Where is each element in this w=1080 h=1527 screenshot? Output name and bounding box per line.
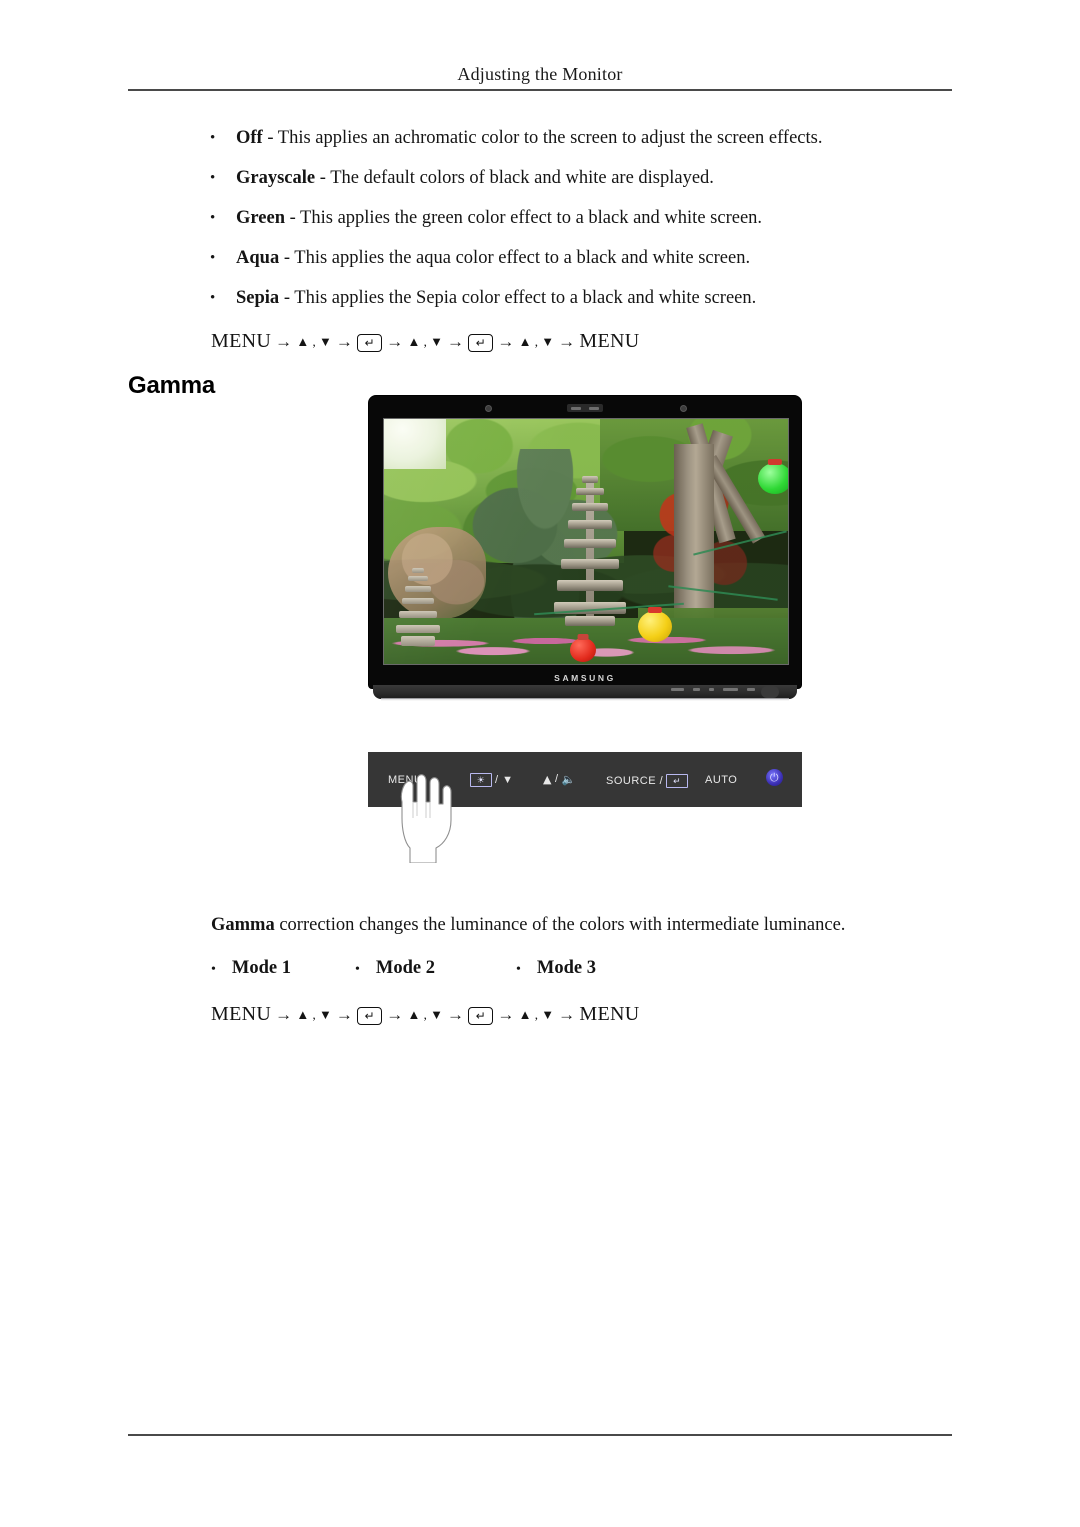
monitor-screen (383, 418, 789, 665)
enter-key-icon: ↵ (468, 333, 494, 352)
updown-arrows-icon: ▲ , ▼ (518, 1006, 555, 1022)
control-brightness-down-button[interactable]: ☀ / ▼ (470, 773, 514, 787)
control-volume-slash: / (554, 773, 559, 785)
list-item-desc: - The default colors of black and white … (315, 168, 714, 188)
document-page: Adjusting the Monitor • Off - This appli… (0, 0, 1080, 1527)
bullet-icon: • (211, 962, 216, 977)
control-brightness-label: / ▼ (495, 774, 514, 786)
list-item: • Mode 3 (516, 958, 596, 979)
speaker-icon: 🔈 (561, 772, 576, 786)
arrow-right-icon: → (558, 1004, 576, 1024)
arrow-right-icon: → (335, 331, 354, 351)
gamma-description-bold: Gamma (211, 915, 275, 935)
list-item: • Grayscale - The default colors of blac… (208, 166, 968, 206)
bullet-icon: • (516, 962, 521, 977)
control-auto-button[interactable]: AUTO (705, 774, 737, 786)
bullet-icon: • (210, 130, 216, 146)
arrow-right-icon: → (275, 331, 293, 351)
menu-navigation-path: MENU → ▲ , ▼ → ↵ → ▲ , ▼ → ↵ → ▲ , ▼ → M… (211, 1003, 640, 1026)
footer-divider (128, 1434, 952, 1436)
monitor-shadow (381, 698, 789, 701)
enter-key-icon: ↵ (357, 1006, 383, 1025)
bezel-sensor-center-icon (567, 404, 603, 412)
updown-arrows-icon: ▲ , ▼ (296, 333, 332, 349)
menu-path-end: MENU (579, 1003, 640, 1025)
arrow-right-icon: → (497, 1004, 515, 1024)
brightness-icon: ☀ (470, 773, 492, 787)
arrow-right-icon: → (497, 331, 515, 351)
up-arrow-icon: ▲ (543, 772, 552, 786)
list-item: • Mode 1 (211, 958, 291, 979)
updown-arrows-icon: ▲ , ▼ (518, 333, 555, 349)
scene-stone-pagoda (554, 476, 626, 626)
list-item-desc: - This applies the aqua color effect to … (279, 248, 751, 268)
enter-key-icon: ↵ (468, 1006, 494, 1025)
monitor-brand-logo: SAMSUNG (554, 673, 616, 683)
arrow-right-icon: → (447, 331, 465, 351)
arrow-right-icon: → (275, 1004, 293, 1024)
section-heading-gamma: Gamma (128, 372, 216, 399)
menu-path-start: MENU (211, 330, 272, 352)
control-menu-button[interactable]: MENU (388, 774, 422, 786)
scene-lantern-green (758, 463, 788, 494)
bullet-icon: • (210, 250, 216, 266)
list-item: • Off - This applies an achromatic color… (208, 126, 968, 166)
updown-arrows-icon: ▲ , ▼ (407, 1006, 443, 1022)
power-icon: ⏻ (766, 769, 783, 786)
monitor-figure: SAMSUNG (369, 396, 801, 701)
list-item: • Sepia - This applies the Sepia color e… (208, 286, 968, 326)
bullet-icon: • (210, 170, 216, 186)
base-power-area (761, 686, 779, 698)
menu-path-start: MENU (211, 1003, 272, 1025)
arrow-right-icon: → (447, 1004, 465, 1024)
list-item-desc: - This applies the green color effect to… (284, 208, 763, 228)
mode-label: Mode 1 (231, 958, 291, 978)
list-item-term: Aqua (236, 248, 280, 268)
list-item-term: Green (236, 208, 285, 228)
menu-navigation-path: MENU → ▲ , ▼ → ↵ → ▲ , ▼ → ↵ → ▲ , ▼ → M… (211, 330, 640, 353)
menu-path-end: MENU (579, 330, 640, 352)
list-item-term: Grayscale (236, 168, 316, 188)
bezel-sensor-left-icon (485, 405, 492, 412)
monitor-control-panel: MENU ☀ / ▼ ▲ / 🔈 SOURCE / ↵ AUTO ⏻ (368, 752, 802, 807)
list-item-desc: - This applies the Sepia color effect to… (279, 288, 757, 308)
updown-arrows-icon: ▲ , ▼ (407, 333, 443, 349)
scene-small-pagoda (396, 568, 440, 646)
monitor-bezel: SAMSUNG (369, 396, 801, 688)
bullet-icon: • (210, 290, 216, 306)
enter-key-icon: ↵ (666, 774, 689, 788)
list-item-term: Sepia (236, 288, 280, 308)
gamma-description: Gamma correction changes the luminance o… (211, 915, 845, 936)
bullet-icon: • (355, 962, 360, 977)
scene-lantern-red (570, 638, 596, 662)
list-item-desc: - This applies an achromatic color to th… (262, 128, 823, 148)
enter-key-icon: ↵ (357, 333, 383, 352)
arrow-right-icon: → (386, 331, 404, 351)
list-item: • Green - This applies the green color e… (208, 206, 968, 246)
header-divider (128, 89, 952, 91)
page-header-title: Adjusting the Monitor (457, 64, 623, 84)
bullet-icon: • (210, 210, 216, 226)
gamma-description-rest: correction changes the luminance of the … (274, 915, 846, 935)
mode-label: Mode 3 (536, 958, 596, 978)
control-source-label: SOURCE / (606, 775, 664, 787)
base-button-labels (671, 688, 755, 691)
mode-label: Mode 2 (375, 958, 435, 978)
updown-arrows-icon: ▲ , ▼ (296, 1006, 332, 1022)
arrow-right-icon: → (335, 1004, 354, 1024)
color-effect-list: • Off - This applies an achromatic color… (208, 126, 968, 326)
scene-lantern-yellow (638, 611, 672, 642)
arrow-right-icon: → (386, 1004, 404, 1024)
scene-sky-gap (384, 419, 446, 469)
monitor-base (373, 685, 797, 699)
bezel-sensor-right-icon (680, 405, 687, 412)
control-volume-up-button[interactable]: ▲ / 🔈 (543, 773, 576, 785)
control-power-button[interactable]: ⏻ (766, 769, 783, 786)
list-item: • Aqua - This applies the aqua color eff… (208, 246, 968, 286)
control-source-button[interactable]: SOURCE / ↵ (606, 774, 689, 788)
list-item-term: Off (236, 128, 263, 148)
arrow-right-icon: → (558, 331, 576, 351)
monitor-body: SAMSUNG (369, 396, 801, 701)
list-item: • Mode 2 (355, 958, 435, 979)
